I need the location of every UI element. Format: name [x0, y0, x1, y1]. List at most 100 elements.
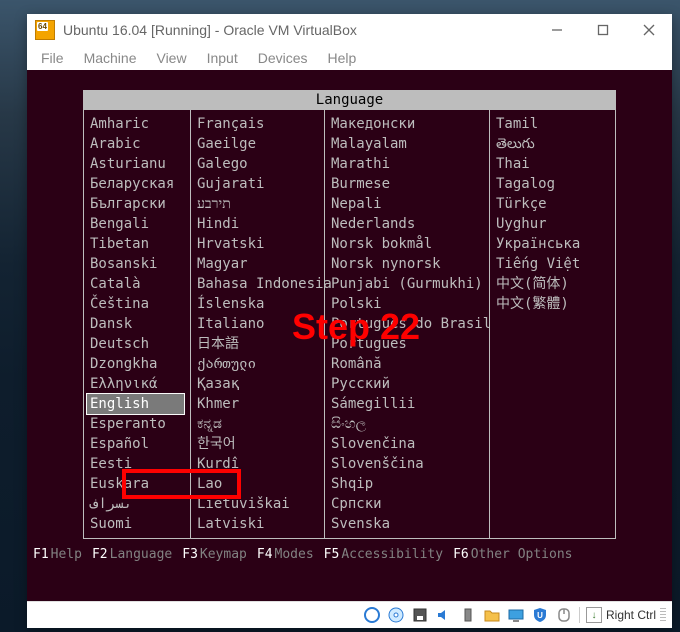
- language-option[interactable]: Suomi: [90, 514, 190, 534]
- language-option[interactable]: Asturianu: [90, 154, 190, 174]
- language-option[interactable]: Svenska: [331, 514, 489, 534]
- language-option[interactable]: Nederlands: [331, 214, 489, 234]
- language-option[interactable]: Hrvatski: [197, 234, 324, 254]
- fkey-f5[interactable]: F5: [324, 547, 340, 562]
- language-option[interactable]: Ελληνικά: [90, 374, 190, 394]
- language-option[interactable]: Italiano: [197, 314, 324, 334]
- language-option[interactable]: 日本語: [197, 334, 324, 354]
- language-option[interactable]: Español: [90, 434, 190, 454]
- language-option[interactable]: Français: [197, 114, 324, 134]
- language-option[interactable]: Lietuviškai: [197, 494, 324, 514]
- menu-help[interactable]: Help: [320, 48, 365, 68]
- menu-view[interactable]: View: [148, 48, 194, 68]
- language-option[interactable]: Polski: [331, 294, 489, 314]
- language-option[interactable]: 中文(繁體): [496, 294, 615, 314]
- language-option[interactable]: Tagalog: [496, 174, 615, 194]
- language-option[interactable]: Eesti: [90, 454, 190, 474]
- language-option[interactable]: 한국어: [197, 434, 324, 454]
- language-option[interactable]: Српски: [331, 494, 489, 514]
- language-option[interactable]: Türkçe: [496, 194, 615, 214]
- language-option[interactable]: Tibetan: [90, 234, 190, 254]
- language-option[interactable]: Bahasa Indonesia: [197, 274, 324, 294]
- language-option[interactable]: Dzongkha: [90, 354, 190, 374]
- language-option[interactable]: Gaeilge: [197, 134, 324, 154]
- minimize-button[interactable]: [534, 14, 580, 46]
- fkey-f6[interactable]: F6: [453, 547, 469, 562]
- usb-icon[interactable]: [459, 606, 477, 624]
- language-option[interactable]: Deutsch: [90, 334, 190, 354]
- language-option[interactable]: සිංහල: [331, 414, 489, 434]
- menu-devices[interactable]: Devices: [250, 48, 316, 68]
- language-option[interactable]: Bosanski: [90, 254, 190, 274]
- language-option[interactable]: ىسراف: [90, 494, 190, 514]
- fkey-f2[interactable]: F2: [92, 547, 108, 562]
- status-bar: U ↓ Right Ctrl: [27, 601, 672, 628]
- language-option[interactable]: English: [87, 394, 184, 414]
- language-option[interactable]: Română: [331, 354, 489, 374]
- language-option[interactable]: Marathi: [331, 154, 489, 174]
- language-option[interactable]: תירבע: [197, 194, 324, 214]
- language-option[interactable]: Slovenščina: [331, 454, 489, 474]
- disc-icon[interactable]: [363, 606, 381, 624]
- language-option[interactable]: Punjabi (Gurmukhi): [331, 274, 489, 294]
- language-option[interactable]: Български: [90, 194, 190, 214]
- language-option[interactable]: Galego: [197, 154, 324, 174]
- folder-icon[interactable]: [483, 606, 501, 624]
- language-option[interactable]: తెలుగు: [496, 134, 615, 154]
- language-option[interactable]: Português: [331, 334, 489, 354]
- language-option[interactable]: Esperanto: [90, 414, 190, 434]
- language-option[interactable]: Latviski: [197, 514, 324, 534]
- language-option[interactable]: Tamil: [496, 114, 615, 134]
- language-option[interactable]: Malayalam: [331, 134, 489, 154]
- floppy-icon[interactable]: [411, 606, 429, 624]
- fkey-f1[interactable]: F1: [33, 547, 49, 562]
- sound-icon[interactable]: [435, 606, 453, 624]
- language-option[interactable]: ქართული: [197, 354, 324, 374]
- language-option[interactable]: 中文(简体): [496, 274, 615, 294]
- language-option[interactable]: Nepali: [331, 194, 489, 214]
- language-option[interactable]: Thai: [496, 154, 615, 174]
- language-option[interactable]: Sámegillii: [331, 394, 489, 414]
- fkey-f4[interactable]: F4: [257, 547, 273, 562]
- language-option[interactable]: Македонски: [331, 114, 489, 134]
- language-option[interactable]: Kurdî: [197, 454, 324, 474]
- language-option[interactable]: ಕನ್ನಡ: [197, 414, 324, 434]
- cd-icon[interactable]: [387, 606, 405, 624]
- language-option[interactable]: Magyar: [197, 254, 324, 274]
- language-option[interactable]: Dansk: [90, 314, 190, 334]
- menu-input[interactable]: Input: [199, 48, 246, 68]
- menu-machine[interactable]: Machine: [76, 48, 145, 68]
- language-option[interactable]: Tiếng Việt: [496, 254, 615, 274]
- language-option[interactable]: Українська: [496, 234, 615, 254]
- language-option[interactable]: Norsk bokmål: [331, 234, 489, 254]
- menu-file[interactable]: File: [33, 48, 72, 68]
- language-option[interactable]: Amharic: [90, 114, 190, 134]
- language-option[interactable]: Русский: [331, 374, 489, 394]
- shield-icon[interactable]: U: [531, 606, 549, 624]
- maximize-button[interactable]: [580, 14, 626, 46]
- minimize-icon: [551, 24, 563, 36]
- language-option[interactable]: Shqip: [331, 474, 489, 494]
- close-button[interactable]: [626, 14, 672, 46]
- mouse-capture-icon[interactable]: [555, 606, 573, 624]
- language-option[interactable]: Slovenčina: [331, 434, 489, 454]
- language-option[interactable]: Euskara: [90, 474, 190, 494]
- language-option[interactable]: Беларуская: [90, 174, 190, 194]
- language-option[interactable]: Lao: [197, 474, 324, 494]
- language-option[interactable]: Burmese: [331, 174, 489, 194]
- language-option[interactable]: Bengali: [90, 214, 190, 234]
- language-option[interactable]: Hindi: [197, 214, 324, 234]
- language-option[interactable]: Arabic: [90, 134, 190, 154]
- language-option[interactable]: Қазақ: [197, 374, 324, 394]
- display-icon[interactable]: [507, 606, 525, 624]
- language-option[interactable]: Íslenska: [197, 294, 324, 314]
- language-option[interactable]: Khmer: [197, 394, 324, 414]
- language-option[interactable]: Čeština: [90, 294, 190, 314]
- language-option[interactable]: Uyghur: [496, 214, 615, 234]
- language-option[interactable]: Norsk nynorsk: [331, 254, 489, 274]
- fkey-label: Other Options: [471, 547, 573, 562]
- language-option[interactable]: Português do Brasil: [331, 314, 489, 334]
- fkey-f3[interactable]: F3: [182, 547, 198, 562]
- language-option[interactable]: Gujarati: [197, 174, 324, 194]
- language-option[interactable]: Català: [90, 274, 190, 294]
